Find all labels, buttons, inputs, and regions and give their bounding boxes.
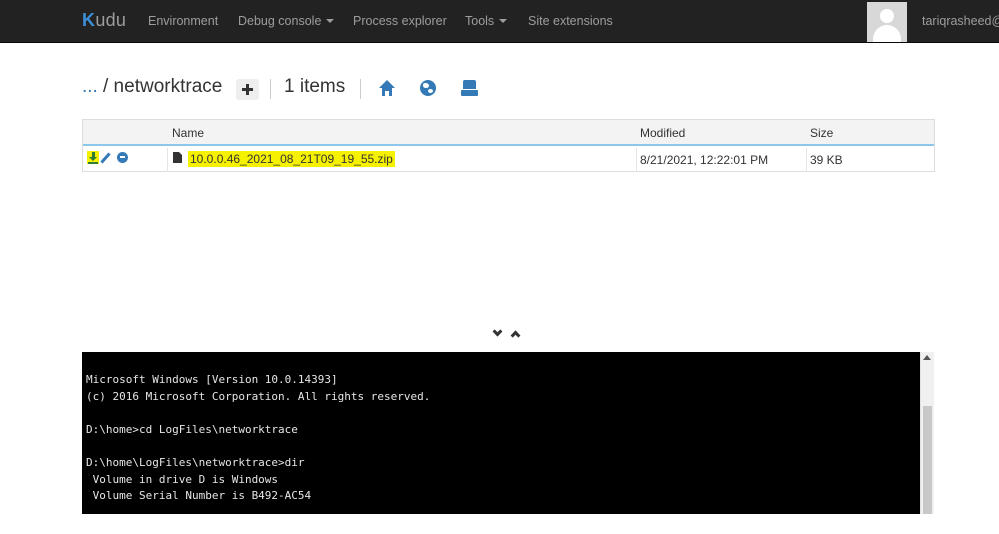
nav-label: Debug console (238, 14, 322, 28)
download-icon[interactable] (87, 151, 99, 164)
drive-icon[interactable] (461, 80, 478, 96)
breadcrumb-current-folder: / networktrace (103, 76, 223, 97)
nav-environment[interactable]: Environment (148, 14, 218, 28)
nav-label: Process explorer (353, 14, 447, 28)
nav-debug-console[interactable]: Debug console (238, 14, 335, 28)
caret-down-icon (326, 19, 335, 23)
scroll-up-arrow-icon[interactable] (923, 355, 931, 360)
column-header-size[interactable]: Size (810, 126, 833, 140)
divider (270, 79, 271, 99)
home-icon[interactable] (379, 80, 395, 96)
file-size: 39 KB (810, 153, 843, 167)
cell-divider (636, 148, 637, 172)
username[interactable]: tariqrasheed@ (922, 14, 999, 28)
chevron-down-icon[interactable] (492, 326, 503, 337)
console-output: Microsoft Windows [Version 10.0.14393] (… (86, 373, 431, 503)
divider (360, 79, 361, 99)
avatar-head (880, 9, 894, 23)
cell-divider (806, 148, 807, 172)
nav-site-extensions[interactable]: Site extensions (528, 14, 613, 28)
avatar-body (873, 25, 901, 42)
brand-text: udu (95, 10, 127, 30)
cell-divider (167, 148, 168, 172)
chevron-up-icon[interactable] (510, 330, 521, 341)
table-header: Name Modified Size (83, 120, 934, 146)
column-header-name[interactable]: Name (172, 126, 204, 140)
top-navbar: Kudu Environment Debug console Process e… (0, 0, 999, 43)
column-header-modified[interactable]: Modified (640, 126, 685, 140)
nav-label: Environment (148, 14, 219, 28)
nav-label: Tools (465, 14, 495, 28)
caret-down-icon (499, 19, 508, 23)
file-name-link[interactable]: 10.0.0.46_2021_08_21T09_19_55.zip (188, 151, 395, 167)
file-table: Name Modified Size 10.0.0.46_2021_08_21T… (82, 119, 935, 172)
avatar[interactable] (867, 2, 907, 42)
file-modified: 8/21/2021, 12:22:01 PM (640, 153, 769, 167)
breadcrumb-ellipsis[interactable]: ... (82, 76, 98, 98)
debug-console[interactable]: Microsoft Windows [Version 10.0.14393] (… (82, 352, 920, 514)
scrollbar-thumb[interactable] (923, 406, 932, 514)
globe-icon[interactable] (420, 80, 436, 96)
console-resize-toggle[interactable] (492, 326, 526, 341)
nav-process-explorer[interactable]: Process explorer (353, 14, 447, 28)
pencil-icon[interactable] (100, 152, 111, 164)
nav-tools[interactable]: Tools (465, 14, 508, 28)
file-icon (173, 152, 182, 163)
brand-logo[interactable]: Kudu (82, 10, 126, 31)
nav-label: Site extensions (528, 14, 613, 28)
kudu-k-mark: K (82, 10, 96, 30)
remove-icon[interactable] (117, 152, 128, 163)
new-item-button[interactable] (236, 79, 259, 100)
item-count: 1 items (284, 76, 346, 97)
